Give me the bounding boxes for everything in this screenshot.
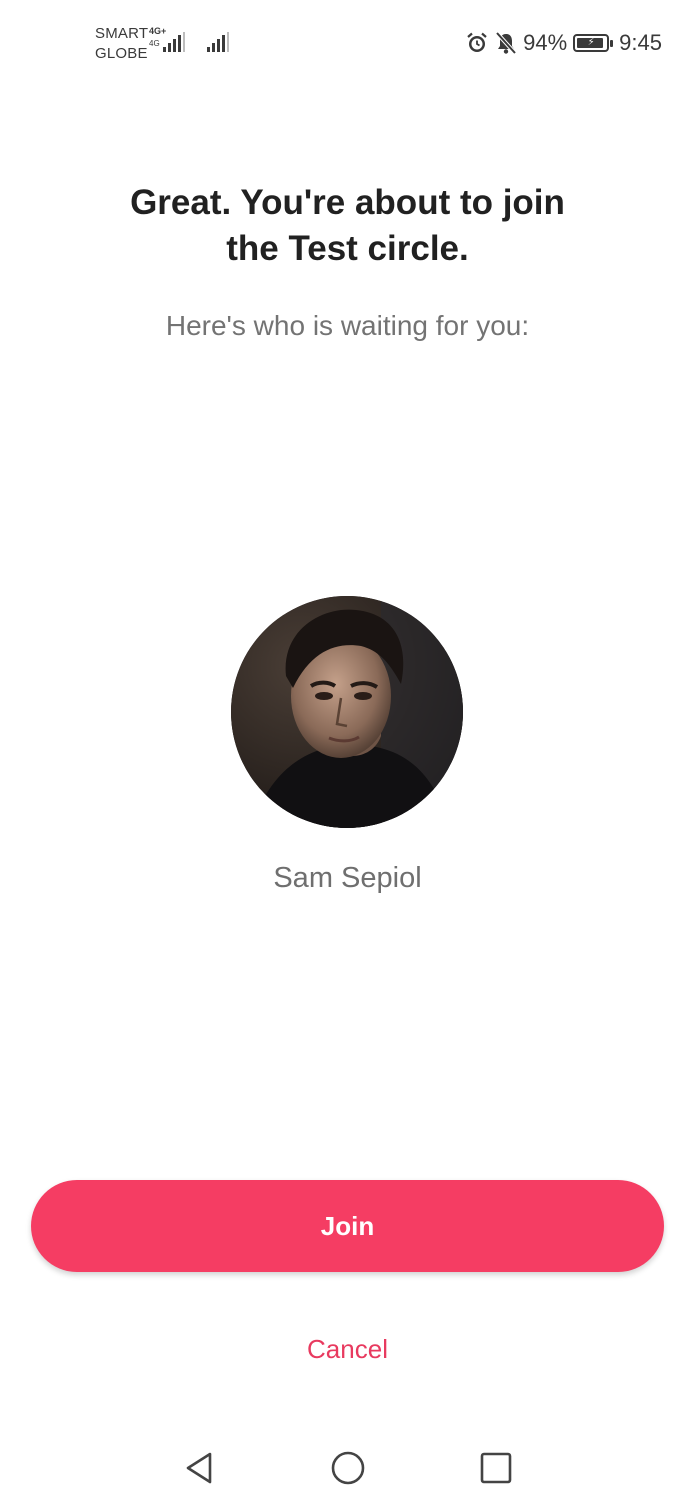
status-right-group: 94% ⚡ 9:45 — [465, 28, 662, 58]
carrier-line-1: SMART — [95, 25, 149, 42]
back-icon[interactable] — [180, 1448, 220, 1488]
alarm-icon — [467, 32, 487, 52]
charging-bolt-icon: ⚡ — [587, 37, 595, 48]
recent-apps-icon[interactable] — [476, 1448, 516, 1488]
title-line-1: Great. You're about to join — [130, 183, 565, 222]
clock: 9:45 — [619, 30, 662, 55]
join-button[interactable]: Join — [31, 1180, 664, 1272]
avatar — [231, 596, 463, 828]
page-title: Great. You're about to join the Test cir… — [0, 180, 695, 272]
member-name: Sam Sepiol — [273, 862, 422, 894]
page-subtitle: Here's who is waiting for you: — [165, 310, 530, 341]
bell-off-icon — [495, 31, 517, 55]
carrier-line-2: GLOBE — [95, 45, 148, 62]
battery-icon: ⚡ — [573, 34, 614, 52]
signal-icon — [163, 32, 185, 52]
title-line-2: the Test circle. — [226, 229, 469, 268]
home-icon[interactable] — [328, 1448, 368, 1488]
avatar-image — [231, 596, 463, 828]
signal-icon — [207, 32, 229, 52]
status-bar: SMART GLOBE 4G+ 4G 94% ⚡ 9:45 — [0, 0, 695, 80]
navigation-bar — [0, 1430, 695, 1506]
carrier-name: SMART GLOBE — [95, 24, 148, 64]
battery-percent: 94% — [523, 30, 568, 55]
cancel-button[interactable]: Cancel — [0, 1334, 695, 1365]
